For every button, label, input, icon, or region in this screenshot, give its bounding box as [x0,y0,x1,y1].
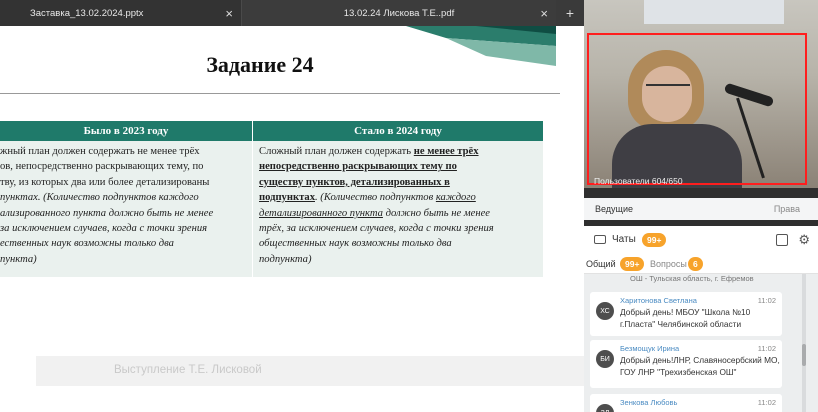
add-tab-button[interactable]: + [556,0,584,26]
presentation-pane: Заставка_13.02.2024.pptx × 13.02.24 Лиск… [0,0,584,412]
close-icon[interactable]: × [225,6,233,21]
cell-line: жный план должен содержать не менее трёх [0,146,200,157]
text-run: детализированного пункта [259,207,383,219]
list-item[interactable]: ХС Харитонова Светлана 11:02 Добрый день… [590,292,782,336]
message-snippet: ОШ - Тульская область, г. Ефремов [630,274,754,283]
message-text: Добрый день! МБОУ "Школа №10 г.Пласта" Ч… [620,307,751,329]
cell-line: пункта) [0,253,37,265]
tab-pptx[interactable]: Заставка_13.02.2024.pptx × [0,0,242,26]
users-count[interactable]: Пользователи 604/650 [594,176,683,186]
list-item[interactable]: БИ Безмощук Ирина 11:02 Добрый день!ЛНР,… [590,340,782,388]
chat-count-badge: 99+ [642,233,667,247]
chat-header: Чаты 99+ ⚙ [584,226,818,254]
rights-button[interactable]: Права [774,204,800,214]
title-divider [0,93,560,94]
message-time: 11:02 [757,296,776,305]
tab-bar: Заставка_13.02.2024.pptx × 13.02.24 Лиск… [0,0,584,26]
message-time: 11:02 [757,344,776,353]
table-header: Было в 2023 году Стало в 2024 году [0,121,544,141]
slide: Задание 24 Было в 2023 году Стало в 2024… [0,26,584,412]
message-list: ОШ - Тульская область, г. Ефремов ХС Хар… [584,274,818,412]
hosts-row[interactable]: Ведущие Права [584,198,818,220]
chat-tabs: Общий 99+ Вопросы 6 [584,254,818,274]
sender-name: Безмощук Ирина [620,344,680,353]
cell-line: пунктах. (Количество подпунктов каждого [0,192,199,204]
conference-pane: Пользователи 604/650 Ведущие Права Чаты … [584,0,818,412]
cell-line: подпункта) [259,253,312,265]
questions-badge: 6 [688,257,703,271]
general-badge: 99+ [620,257,645,271]
divider [584,188,818,198]
avatar: ХС [596,302,614,320]
video-screen [644,0,784,24]
cell-line: ественных наук возможны только два [0,238,174,250]
tab-questions[interactable]: Вопросы [650,259,687,269]
cell-2023: жный план должен содержать не менее трёх… [0,141,253,277]
text-run: . (Количество подпунктов [315,192,436,204]
cell-line: существу пунктов, детализированных в [259,176,450,188]
chat-title: Чаты [612,234,636,245]
chat-icon [594,235,606,244]
tab-label: Заставка_13.02.2024.pptx [30,7,144,19]
tab-general[interactable]: Общий [586,259,616,269]
text-run: Сложный план должен содержать [259,146,414,157]
slide-title: Задание 24 [206,52,314,77]
avatar: БИ [596,350,614,368]
gear-icon[interactable]: ⚙ [798,232,810,248]
close-icon[interactable]: × [540,6,548,21]
cell-line: Сложный план должен содержать не менее т… [259,144,537,159]
column-header-2023: Было в 2023 году [0,121,253,141]
cell-2024: Сложный план должен содержать не менее т… [253,141,544,277]
cell-line: непосредственно раскрывающих тему по [259,161,457,173]
cell-line: тву, из которых два или более детализиро… [0,176,210,188]
avatar: ЗЛ [596,404,614,412]
sender-name: Зенкова Любовь [620,398,678,407]
hosts-label: Ведущие [595,204,633,214]
tab-pdf[interactable]: 13.02.24 Лискова Т.Е..pdf × [242,0,556,26]
tab-label: 13.02.24 Лискова Т.Е..pdf [343,7,455,19]
scrollbar-thumb[interactable] [802,344,806,366]
table-row: жный план должен содержать не менее трёх… [0,141,544,277]
cell-line: за исключением случаев, когда с точки зр… [0,223,208,235]
cell-line: ов, непосредственно раскрывающих тему, п… [0,161,204,173]
text-run: не менее трёх [413,146,479,157]
cell-line: ализированного пункта должно быть не мен… [0,207,214,219]
archive-icon[interactable] [776,234,788,246]
chat-scrollbar[interactable] [802,274,806,412]
sender-name: Харитонова Светлана [620,296,697,305]
message-text: Добрый день!ЛНР, Славяносербский МО, ГОУ… [620,355,780,377]
text-run: каждого [435,192,476,204]
screen: Заставка_13.02.2024.pptx × 13.02.24 Лиск… [0,0,818,412]
text-run: должно быть не менее [382,207,491,219]
cell-line: детализированного пункта должно быть не … [259,206,537,221]
cell-line: трёх, за исключением случаев, когда с то… [259,223,494,235]
comparison-table: Было в 2023 году Стало в 2024 году жный … [0,121,544,277]
cell-line: подпунктах. (Количество подпунктов каждо… [259,190,537,205]
video-highlight-frame [587,33,807,185]
speaker-video[interactable]: Пользователи 604/650 [584,0,818,188]
speaker-caption: Выступление Т.Е. Лисковой [114,364,262,376]
message-time: 11:02 [757,398,776,407]
text-run: подпунктах [259,192,315,204]
column-header-2024: Стало в 2024 году [253,121,544,141]
list-item[interactable]: ЗЛ Зенкова Любовь 11:02 [590,394,782,412]
cell-line: общественных наук возможны только два [259,238,452,250]
